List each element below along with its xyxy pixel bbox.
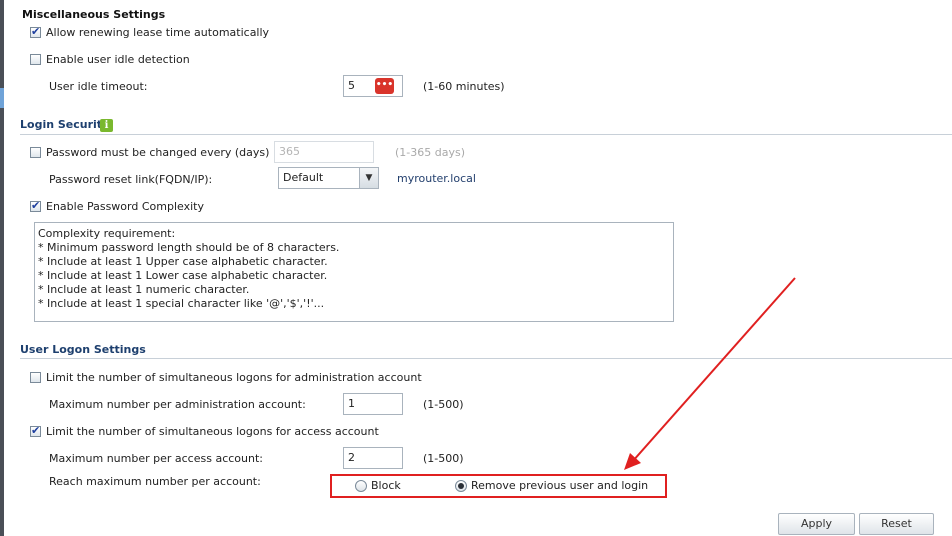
annotation-arrow-icon	[624, 277, 796, 470]
apply-button[interactable]: Apply	[778, 513, 855, 535]
reset-button[interactable]: Reset	[859, 513, 934, 535]
